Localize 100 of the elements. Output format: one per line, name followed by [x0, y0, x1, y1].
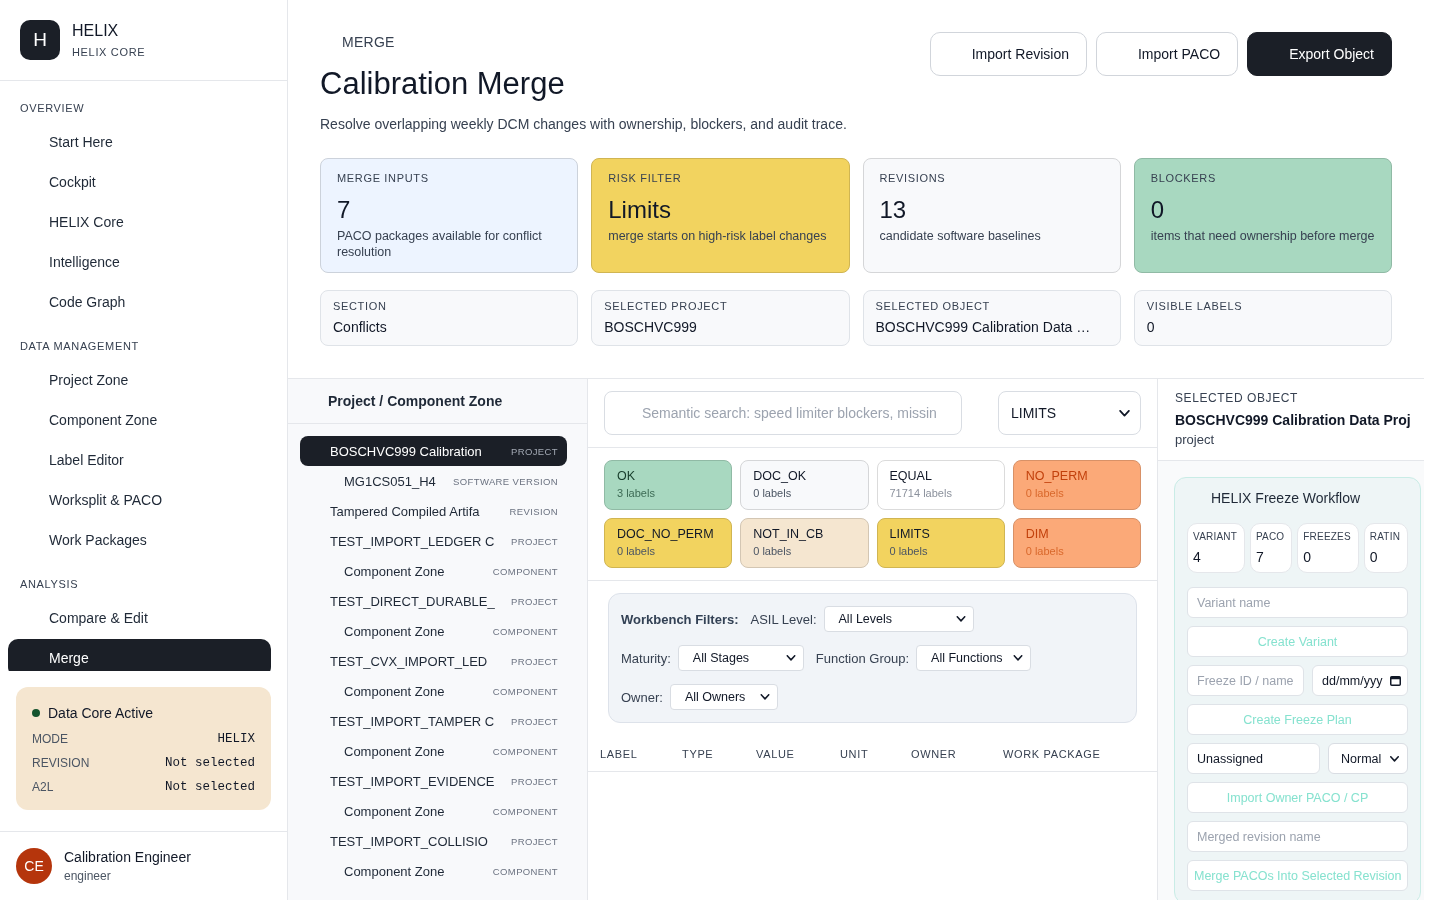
stat-label: RISK FILTER: [608, 171, 682, 185]
tree-item[interactable]: Component Zone COMPONENT: [300, 796, 567, 826]
stat-note: items that need ownership before merge: [1150, 228, 1375, 244]
action-button[interactable]: Export Object: [1247, 32, 1392, 76]
info-value: BOSCHVC999 Calibration Data …: [875, 318, 1091, 336]
tree-item[interactable]: TEST_CVX_IMPORT_LED PROJECT: [300, 646, 567, 676]
info-value: BOSCHVC999: [604, 318, 697, 336]
filter-select[interactable]: All Functions: [916, 645, 1032, 671]
nav-item[interactable]: Intelligence: [8, 243, 271, 281]
chevron-down-icon: [785, 655, 796, 661]
tree-item[interactable]: Tampered Compiled Artifa REVISION: [300, 496, 567, 526]
app-title: HELIX: [72, 21, 120, 41]
nav-section-label: OVERVIEW: [19, 101, 86, 115]
nav-item[interactable]: Label Editor: [8, 441, 271, 479]
tree-item[interactable]: BOSCHVC999 Calibration PROJECT: [300, 436, 567, 466]
nav-section-label: DATA MANAGEMENT: [19, 339, 140, 353]
mini-stat-label: FREEZES: [1303, 530, 1351, 543]
tree-item[interactable]: Component Zone COMPONENT: [300, 676, 567, 706]
filter-label: Function Group:: [815, 650, 910, 666]
stat-value: 7: [337, 195, 351, 225]
status-label: MODE: [32, 732, 68, 746]
filter-label: Owner:: [621, 689, 663, 705]
nav-item[interactable]: Merge: [8, 639, 271, 671]
text-field[interactable]: Variant name: [1187, 587, 1408, 618]
mini-stat-label: VARIANT: [1193, 530, 1237, 543]
stat-note: candidate software baselines: [879, 228, 1041, 244]
action-button[interactable]: Import PACO: [1095, 32, 1239, 76]
info-value: Conflicts: [333, 318, 387, 336]
dropdown-select[interactable]: Normal: [1328, 743, 1408, 774]
tree-item[interactable]: TEST_IMPORT_TAMPER C PROJECT: [300, 706, 567, 736]
nav-item[interactable]: Code Graph: [8, 283, 271, 321]
status-value: HELIX: [217, 732, 255, 746]
status-title: Data Core Active: [48, 704, 154, 723]
tree-item[interactable]: TEST_IMPORT_EVIDENCE PROJECT: [300, 766, 567, 796]
status-tile[interactable]: DOC_NO_PERM 0 labels: [604, 518, 733, 568]
filter-select[interactable]: All Stages: [677, 645, 804, 671]
info-label: SELECTED PROJECT: [604, 299, 728, 313]
stat-label: MERGE INPUTS: [337, 171, 429, 185]
info-label: VISIBLE LABELS: [1146, 299, 1243, 313]
page-title: Calibration Merge: [320, 65, 565, 103]
chevron-down-icon: [955, 616, 966, 622]
status-label: REVISION: [32, 756, 90, 770]
filter-label: Maturity:: [621, 650, 671, 666]
filter-select[interactable]: All Levels: [823, 606, 974, 632]
nav-item[interactable]: Work Packages: [8, 521, 271, 559]
status-tile[interactable]: LIMITS 0 labels: [876, 518, 1005, 568]
nav-item[interactable]: Worksplit & PACO: [8, 481, 271, 519]
status-tile[interactable]: OK 3 labels: [604, 460, 733, 510]
text-field[interactable]: Merged revision name: [1187, 821, 1408, 852]
filter-title: Workbench Filters:: [621, 611, 739, 627]
action-button[interactable]: Import Revision: [929, 32, 1087, 76]
user-avatar: CE: [16, 848, 52, 884]
mini-stat-value: 7: [1255, 548, 1264, 566]
stat-value: 13: [879, 195, 907, 225]
column-header: TYPE: [682, 748, 714, 760]
chevron-down-icon: [1013, 655, 1024, 661]
nav-item[interactable]: Component Zone: [8, 401, 271, 439]
mini-stat-label: PACO: [1255, 530, 1285, 543]
status-value: Not selected: [165, 780, 255, 794]
filter-select[interactable]: All Owners: [669, 684, 778, 710]
tree-item[interactable]: TEST_IMPORT_LEDGER C PROJECT: [300, 526, 567, 556]
risk-filter-select[interactable]: LIMITS: [998, 391, 1141, 435]
stat-label: REVISIONS: [879, 171, 946, 185]
tree-item[interactable]: MG1CS051_H4 SOFTWARE VERSION: [300, 466, 567, 496]
column-header: WORK PACKAGE: [1003, 748, 1101, 760]
selected-object-name: BOSCHVC999 Calibration Data Proj: [1175, 411, 1411, 429]
stat-note: merge starts on high-risk label changes: [608, 228, 827, 244]
nav-item[interactable]: HELIX Core: [8, 203, 271, 241]
nav-item[interactable]: Compare & Edit: [8, 599, 271, 637]
status-tile[interactable]: NOT_IN_CB 0 labels: [740, 518, 869, 568]
nav-section-label: ANALYSIS: [19, 577, 80, 591]
tree-item[interactable]: TEST_IMPORT_COLLISIO PROJECT: [300, 826, 567, 856]
page-eyebrow: MERGE: [341, 33, 395, 51]
info-label: SELECTED OBJECT: [875, 299, 990, 313]
status-tile[interactable]: DOC_OK 0 labels: [740, 460, 869, 510]
text-field[interactable]: Unassigned: [1187, 743, 1320, 774]
status-tile[interactable]: EQUAL 71714 labels: [876, 460, 1005, 510]
search-field[interactable]: Semantic search: speed limiter blockers, missin: [604, 391, 962, 435]
nav-item[interactable]: Cockpit: [8, 163, 271, 201]
nav-item[interactable]: Start Here: [8, 123, 271, 161]
info-label: SECTION: [333, 299, 387, 313]
chevron-down-icon: [1119, 409, 1130, 417]
date-field[interactable]: dd/mm/yyy: [1312, 665, 1408, 696]
tree-item[interactable]: Component Zone COMPONENT: [300, 556, 567, 586]
status-value: Not selected: [165, 756, 255, 770]
tree-item[interactable]: TEST_DIRECT_DURABLE_ PROJECT: [300, 586, 567, 616]
info-value: 0: [1146, 318, 1155, 336]
stat-note: PACO packages available for conflict resolution: [337, 228, 543, 260]
selected-object-label: SELECTED OBJECT: [1175, 390, 1299, 406]
selected-object-type: project: [1175, 432, 1215, 448]
chevron-down-icon: [1390, 755, 1399, 762]
column-header: LABEL: [600, 748, 638, 760]
tree-item[interactable]: Component Zone COMPONENT: [300, 616, 567, 646]
mini-stat-label: RATIN: [1369, 530, 1401, 543]
chevron-down-icon: [759, 694, 770, 700]
text-field[interactable]: Freeze ID / name: [1187, 665, 1304, 696]
nav-item[interactable]: Project Zone: [8, 361, 271, 399]
tree-item[interactable]: Component Zone COMPONENT: [300, 856, 567, 886]
tree-item[interactable]: Component Zone COMPONENT: [300, 736, 567, 766]
calendar-icon: [1390, 675, 1401, 686]
